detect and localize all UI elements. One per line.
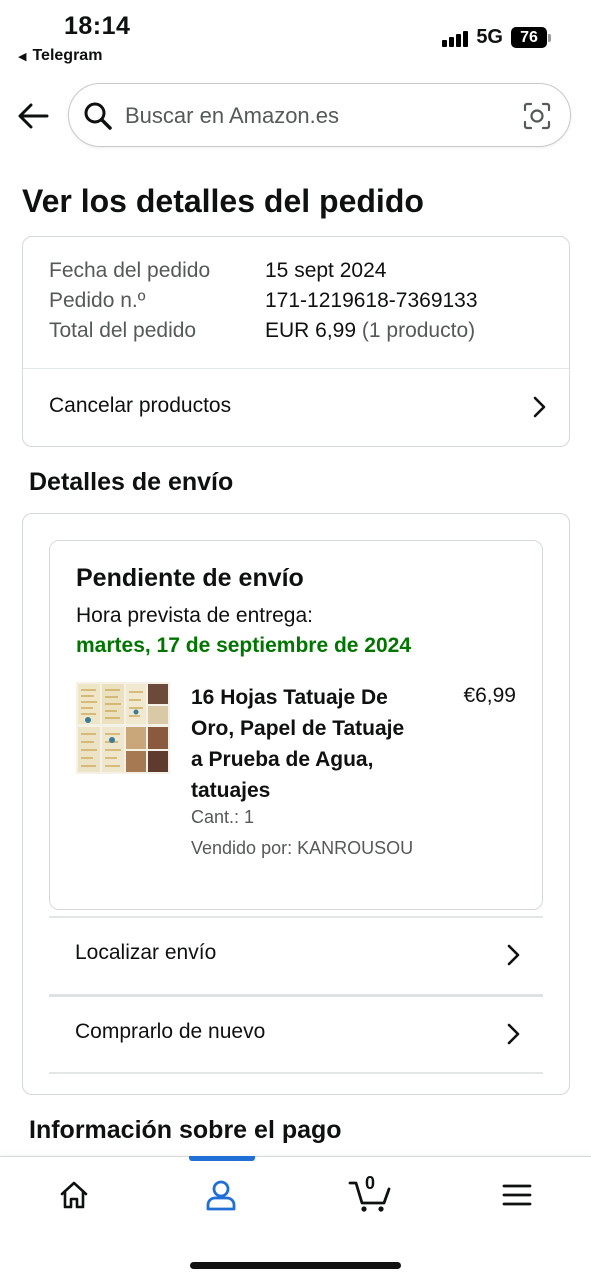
nav-home[interactable] xyxy=(52,1175,96,1215)
nav-cart[interactable]: 0 xyxy=(348,1173,394,1215)
shipment-box: Pendiente de envío Hora prevista de entr… xyxy=(49,540,543,910)
chevron-right-icon xyxy=(507,944,520,966)
product-seller: Vendido por: KANROUSOU xyxy=(191,838,414,858)
track-shipment-button[interactable]: Localizar envío xyxy=(49,917,543,993)
order-total-label: Total del pedido xyxy=(49,319,197,342)
order-total-count: (1 producto) xyxy=(361,319,476,342)
payment-section-title: Información sobre el pago xyxy=(29,1116,342,1144)
page-title: Ver los detalles del pedido xyxy=(22,183,424,219)
track-shipment-label: Localizar envío xyxy=(75,941,217,964)
product-thumbnail[interactable] xyxy=(76,682,170,774)
search-icon xyxy=(84,102,112,130)
account-icon xyxy=(206,1180,236,1211)
shipping-card: Pendiente de envío Hora prevista de entr… xyxy=(22,513,570,1095)
chevron-right-icon xyxy=(507,1023,520,1045)
buy-again-label: Comprarlo de nuevo xyxy=(75,1020,266,1043)
nav-account[interactable] xyxy=(199,1175,243,1215)
shipping-section-title: Detalles de envío xyxy=(29,468,234,496)
status-bar: 18:14 ◀ Telegram 5G 76 xyxy=(0,0,591,72)
nav-menu[interactable] xyxy=(495,1175,539,1215)
status-indicators: 5G 76 xyxy=(442,26,551,49)
back-arrow-icon[interactable] xyxy=(16,99,50,133)
order-number-value: 171-1219618-7369133 xyxy=(265,289,478,312)
order-date-label: Fecha del pedido xyxy=(49,259,211,282)
active-tab-indicator xyxy=(189,1156,255,1161)
cart-count-badge: 0 xyxy=(365,1173,376,1193)
shipment-status: Pendiente de envío xyxy=(76,564,304,592)
back-app-label: Telegram xyxy=(32,47,103,64)
battery-level: 76 xyxy=(511,27,547,48)
divider xyxy=(49,1072,543,1074)
signal-icon xyxy=(442,29,469,47)
camera-scan-icon[interactable] xyxy=(522,101,552,131)
cancel-products-label: Cancelar productos xyxy=(49,394,232,417)
back-triangle-icon: ◀ xyxy=(18,50,27,63)
order-summary-card: Fecha del pedido 15 sept 2024 Pedido n.º… xyxy=(22,236,570,447)
buy-again-button[interactable]: Comprarlo de nuevo xyxy=(49,996,543,1072)
home-indicator xyxy=(190,1262,401,1269)
eta-label: Hora prevista de entrega: xyxy=(76,604,313,627)
order-number-label: Pedido n.º xyxy=(49,289,146,312)
order-total-amount: EUR 6,99 xyxy=(265,319,357,342)
menu-icon xyxy=(502,1184,532,1206)
cancel-products-button[interactable]: Cancelar productos xyxy=(23,369,569,446)
product-title-link[interactable]: 16 Hojas Tatuaje De Oro, Papel de Tatuaj… xyxy=(191,682,411,806)
network-type: 5G xyxy=(476,26,503,48)
back-to-app-link[interactable]: ◀ Telegram xyxy=(18,47,102,65)
search-input[interactable] xyxy=(125,100,505,132)
product-price: €6,99 xyxy=(463,684,516,707)
order-date-value: 15 sept 2024 xyxy=(265,259,387,282)
search-bar[interactable] xyxy=(68,83,571,147)
eta-date: martes, 17 de septiembre de 2024 xyxy=(76,634,412,657)
battery-icon: 76 xyxy=(511,27,551,48)
status-time: 18:14 xyxy=(64,12,131,40)
home-icon xyxy=(60,1181,88,1209)
order-total-value: EUR 6,99 (1 producto) xyxy=(265,319,475,343)
chevron-right-icon xyxy=(533,396,546,418)
product-quantity: Cant.: 1 xyxy=(191,807,255,827)
tattoo-sheets-image xyxy=(76,682,170,774)
